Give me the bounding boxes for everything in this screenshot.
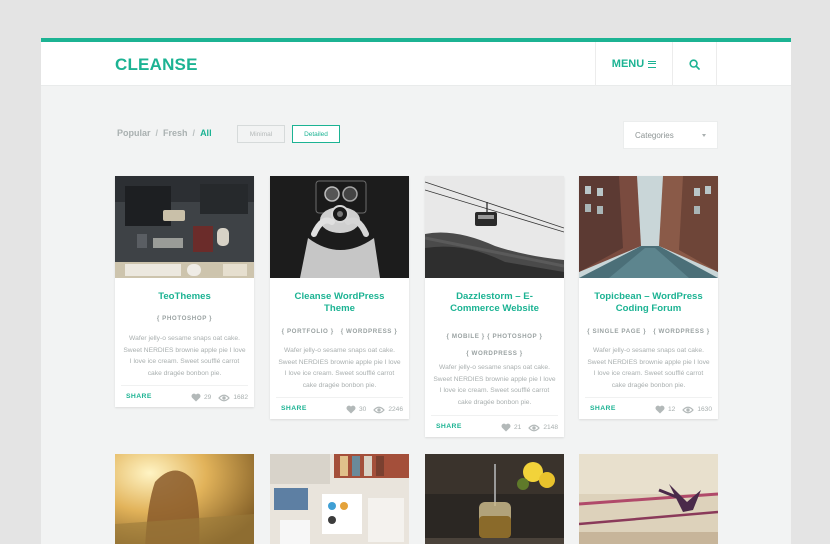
card-stats: 29 1682 — [191, 393, 248, 402]
card-footer: SHARE 30 2246 — [276, 397, 403, 419]
card-description: Wafer jelly-o sesame snaps oat cake. Swe… — [123, 335, 246, 377]
views-count: 2246 — [388, 406, 403, 413]
views-count: 1630 — [697, 406, 712, 413]
card-image-desk[interactable] — [115, 176, 254, 278]
share-link[interactable]: SHARE — [436, 423, 462, 430]
view-detailed-button[interactable]: Detailed — [292, 125, 340, 143]
page-frame: CLEANSE MENU Popular / Fresh / All Minimal D… — [41, 38, 791, 544]
caret-down-icon — [702, 134, 706, 137]
breadcrumb-separator: / — [155, 128, 159, 138]
project-card[interactable]: Dazzlestorm – E-Commerce Website { MOBIL… — [425, 176, 564, 437]
site-logo[interactable]: CLEANSE — [115, 55, 198, 75]
heart-icon[interactable] — [655, 405, 665, 414]
likes-count: 29 — [203, 394, 212, 401]
likes-count: 30 — [358, 406, 367, 413]
filter-fresh[interactable]: Fresh — [163, 128, 188, 138]
site-header: CLEANSE MENU — [41, 42, 791, 86]
card-image-camera[interactable] — [270, 176, 409, 278]
card-tags: { PORTFOLIO } { WORDPRESS } — [281, 328, 398, 335]
share-link[interactable]: SHARE — [590, 405, 616, 412]
card-tags: { SINGLE PAGE } { WORDPRESS } — [587, 328, 710, 335]
card-footer: SHARE 21 2148 — [431, 415, 558, 437]
heart-icon[interactable] — [346, 405, 356, 414]
card-description: Wafer jelly-o sesame snaps oat cake. Swe… — [587, 347, 710, 389]
heart-icon[interactable] — [191, 393, 201, 402]
search-button[interactable] — [673, 42, 717, 86]
view-minimal-button[interactable]: Minimal — [237, 125, 285, 143]
card-image-cable-car[interactable] — [425, 176, 564, 278]
project-card[interactable]: Cleanse WordPress Theme { PORTFOLIO } { … — [270, 176, 409, 419]
share-link[interactable]: SHARE — [281, 405, 307, 412]
card-description: Wafer jelly-o sesame snaps oat cake. Swe… — [278, 347, 401, 389]
categories-label: Categories — [635, 130, 674, 140]
project-card[interactable]: TeoThemes { PHOTOSHOP } Wafer jelly-o se… — [115, 176, 254, 407]
card-title[interactable]: Dazzlestorm – E-Commerce Website — [433, 291, 556, 315]
card-image-workspace[interactable] — [270, 454, 409, 544]
hamburger-icon — [648, 60, 657, 68]
card-stats: 21 2148 — [501, 423, 558, 432]
card-image-street[interactable] — [579, 176, 718, 278]
likes-count: 12 — [667, 406, 676, 413]
card-footer: SHARE 29 1682 — [121, 385, 248, 407]
card-tags: { MOBILE } { PHOTOSHOP } { WORDPRESS } — [446, 333, 543, 357]
eye-icon — [528, 424, 541, 431]
card-image-bird[interactable] — [579, 454, 718, 544]
card-stats: 30 2246 — [346, 405, 403, 414]
breadcrumb: Popular / Fresh / All — [117, 128, 212, 138]
views-count: 2148 — [543, 424, 558, 431]
eye-icon — [373, 406, 386, 413]
views-count: 1682 — [233, 394, 248, 401]
project-card[interactable]: Topicbean – WordPress Coding Forum { SIN… — [579, 176, 718, 419]
card-stats: 12 1630 — [655, 405, 712, 414]
breadcrumb-separator: / — [192, 128, 196, 138]
eye-icon — [218, 394, 231, 401]
search-icon — [689, 58, 700, 70]
card-title[interactable]: Cleanse WordPress Theme — [278, 291, 401, 315]
card-title[interactable]: TeoThemes — [123, 291, 246, 303]
card-footer: SHARE 12 1630 — [585, 397, 712, 419]
card-tags: { PHOTOSHOP } — [156, 315, 213, 322]
card-image-sunset-girl[interactable] — [115, 454, 254, 544]
menu-button[interactable]: MENU — [595, 42, 673, 86]
likes-count: 21 — [513, 424, 522, 431]
filter-popular[interactable]: Popular — [117, 128, 151, 138]
card-image-tea[interactable] — [425, 454, 564, 544]
heart-icon[interactable] — [501, 423, 511, 432]
card-description: Wafer jelly-o sesame snaps oat cake. Swe… — [433, 364, 556, 406]
filter-all[interactable]: All — [200, 128, 212, 138]
categories-dropdown[interactable]: Categories — [623, 121, 718, 149]
share-link[interactable]: SHARE — [126, 393, 152, 400]
card-title[interactable]: Topicbean – WordPress Coding Forum — [587, 291, 710, 315]
eye-icon — [682, 406, 695, 413]
menu-label: MENU — [611, 58, 645, 70]
